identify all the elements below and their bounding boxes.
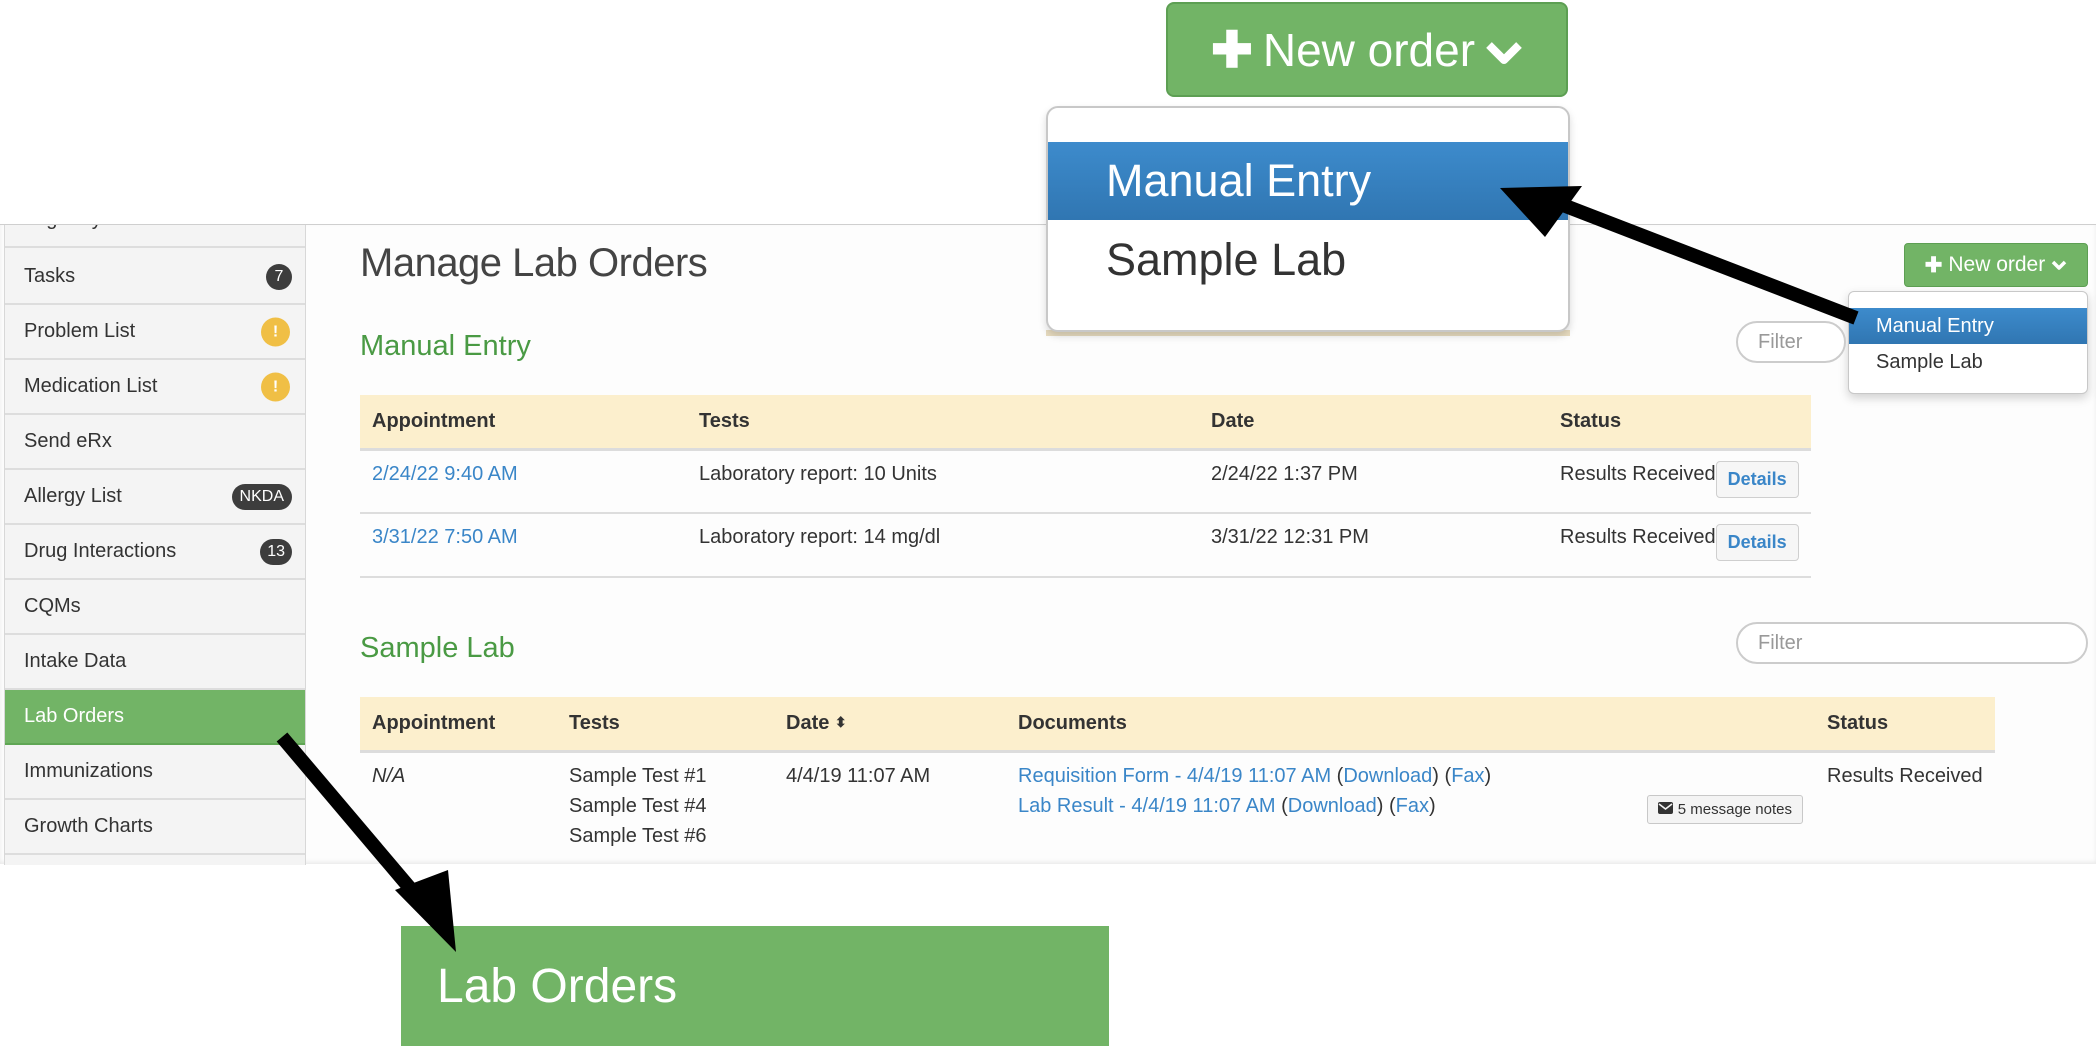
sidebar-item-lab-orders[interactable]: Lab Orders (5, 690, 305, 745)
dropdown-option-manual-entry[interactable]: Manual Entry (1849, 308, 2087, 344)
table-row: 2/24/22 9:40 AM Laboratory report: 10 Un… (360, 449, 1811, 514)
table-header-row: Appointment Tests Date Status (360, 395, 1811, 451)
dropdown-option-manual-entry[interactable]: Manual Entry (1048, 142, 1568, 220)
sidebar-item-label: Send eRx (24, 430, 112, 452)
fax-link[interactable]: Fax (1451, 765, 1484, 787)
table-header-row: Appointment Tests Date ⬍ Documents Statu… (360, 697, 1995, 753)
new-order-button[interactable]: ✚ New order (1904, 243, 2088, 287)
sidebar-item-label: Tasks (24, 265, 76, 287)
appointment-link[interactable]: 2/24/22 9:40 AM (372, 463, 518, 485)
status-cell: Results Received Details (1548, 449, 1811, 514)
column-header-date[interactable]: Date ⬍ (774, 697, 1006, 753)
table-row: 3/31/22 7:50 AM Laboratory report: 14 mg… (360, 513, 1811, 578)
status-text: Results Received (1560, 526, 1716, 548)
lab-orders-callout: Lab Orders (401, 926, 1109, 1046)
dropdown-option-sample-lab[interactable]: Sample Lab (1048, 220, 1568, 300)
warning-icon: ! (261, 317, 290, 346)
date-cell: 3/31/22 12:31 PM (1199, 513, 1548, 578)
tests-cell: Laboratory report: 14 mg/dl (687, 513, 1199, 578)
sidebar-item-send-erx[interactable]: Send eRx (5, 415, 305, 470)
test-item: Sample Test #6 (569, 824, 707, 847)
sample-lab-section-title: Sample Lab (360, 632, 515, 664)
column-header-tests: Tests (687, 395, 1199, 451)
sidebar-item-label: Lab Orders (24, 705, 125, 727)
date-cell: 2/24/22 1:37 PM (1199, 449, 1548, 514)
documents-cell: Requisition Form - 4/4/19 11:07 AM (Down… (1006, 751, 1815, 851)
column-header-status: Status (1548, 395, 1811, 451)
tests-cell: Laboratory report: 10 Units (687, 449, 1199, 514)
new-order-dropdown-callout: Manual Entry Sample Lab (1046, 106, 1570, 332)
sidebar-item-problem-list[interactable]: Problem List ! (5, 305, 305, 360)
sidebar-item-label: Growth Charts (24, 815, 153, 837)
new-order-label: New order (1262, 23, 1476, 76)
plus-icon: ✚ (1924, 253, 1943, 277)
chevron-down-icon (1485, 23, 1523, 77)
dropdown-option-sample-lab[interactable]: Sample Lab (1849, 344, 2087, 380)
sidebar-item-label: Intake Data (24, 650, 127, 672)
table-row: N/A Sample Test #1 Sample Test #4 Sample… (360, 751, 1995, 851)
sidebar-item-label: Problem List (24, 320, 136, 342)
warning-icon: ! (261, 372, 290, 401)
sidebar-item-cqms[interactable]: CQMs (5, 580, 305, 635)
details-button[interactable]: Details (1715, 524, 1799, 561)
fax-link[interactable]: Fax (1396, 795, 1429, 817)
sidebar-item-medication-list[interactable]: Medication List ! (5, 360, 305, 415)
sidebar-item-allergy-list[interactable]: Allergy List NKDA (5, 470, 305, 525)
column-header-status: Status (1815, 697, 1995, 753)
column-header-appointment: Appointment (360, 395, 687, 451)
lab-orders-callout-label: Lab Orders (437, 959, 678, 1013)
document-link[interactable]: Lab Result - 4/4/19 11:07 AM (1018, 795, 1276, 817)
test-item: Sample Test #4 (569, 794, 707, 817)
sidebar-item-label: Immunizations (24, 760, 153, 782)
new-order-label: New order (1948, 253, 2046, 276)
details-button[interactable]: Details (1715, 460, 1799, 498)
manual-entry-table: Appointment Tests Date Status 2/24/22 9:… (360, 395, 1811, 578)
column-header-tests: Tests (557, 697, 774, 753)
sidebar-item-label: Medication List (24, 375, 158, 397)
page-title: Manage Lab Orders (360, 241, 708, 285)
drug-interactions-count-badge: 13 (260, 538, 292, 565)
plus-icon: ✚ (1210, 21, 1253, 78)
status-text: Results Received (1560, 462, 1716, 485)
status-cell: Results Received (1827, 764, 1983, 787)
sidebar-item-growth-charts[interactable]: Growth Charts (5, 800, 305, 855)
date-cell: 4/4/19 11:07 AM (786, 764, 931, 787)
date-header-label: Date (786, 711, 830, 734)
sample-lab-table: Appointment Tests Date ⬍ Documents Statu… (360, 697, 1995, 851)
message-notes-label: 5 message notes (1677, 800, 1792, 818)
sort-icon[interactable]: ⬍ (835, 714, 847, 730)
chevron-down-icon (2051, 253, 2067, 277)
sidebar-item-label: Eligibility (24, 225, 102, 231)
test-item: Sample Test #1 (569, 764, 707, 787)
sidebar-item-intake-data[interactable]: Intake Data (5, 635, 305, 690)
download-link[interactable]: Download (1343, 765, 1432, 787)
sidebar-item-eligibility[interactable]: Eligibility (5, 225, 305, 248)
sidebar-item-tasks[interactable]: Tasks 7 (5, 250, 305, 305)
document-entry: Requisition Form - 4/4/19 11:07 AM (Down… (1018, 764, 1492, 787)
manual-entry-section-title: Manual Entry (360, 330, 531, 362)
appointment-cell: N/A (372, 764, 406, 787)
appointment-link[interactable]: 3/31/22 7:50 AM (372, 526, 518, 548)
tasks-count-badge: 7 (266, 263, 292, 290)
sidebar: Eligibility Tasks 7 Problem List ! Medic… (4, 225, 306, 865)
new-order-dropdown: Manual Entry Sample Lab (1848, 291, 2088, 394)
sidebar-item-immunizations[interactable]: Immunizations (5, 745, 305, 800)
sidebar-item-label: CQMs (24, 595, 81, 617)
allergy-badge: NKDA (231, 483, 292, 510)
column-header-appointment: Appointment (360, 697, 557, 753)
document-link[interactable]: Requisition Form - 4/4/19 11:07 AM (1018, 765, 1331, 787)
download-link[interactable]: Download (1288, 795, 1377, 817)
sidebar-item-label: Drug Interactions (24, 540, 177, 562)
manual-entry-filter-input[interactable] (1736, 321, 1846, 363)
message-notes-button[interactable]: 5 message notes (1646, 794, 1803, 824)
new-order-button-callout[interactable]: ✚ New order (1166, 2, 1568, 97)
sidebar-item-drug-interactions[interactable]: Drug Interactions 13 (5, 525, 305, 580)
tests-cell: Sample Test #1 Sample Test #4 Sample Tes… (557, 751, 774, 851)
column-header-documents: Documents (1006, 697, 1815, 753)
envelope-icon (1657, 801, 1673, 818)
status-cell: Results Received Details (1548, 513, 1811, 578)
column-header-date: Date (1199, 395, 1548, 451)
sample-lab-filter-input[interactable] (1736, 622, 2088, 664)
sidebar-item-label: Allergy List (24, 485, 122, 507)
